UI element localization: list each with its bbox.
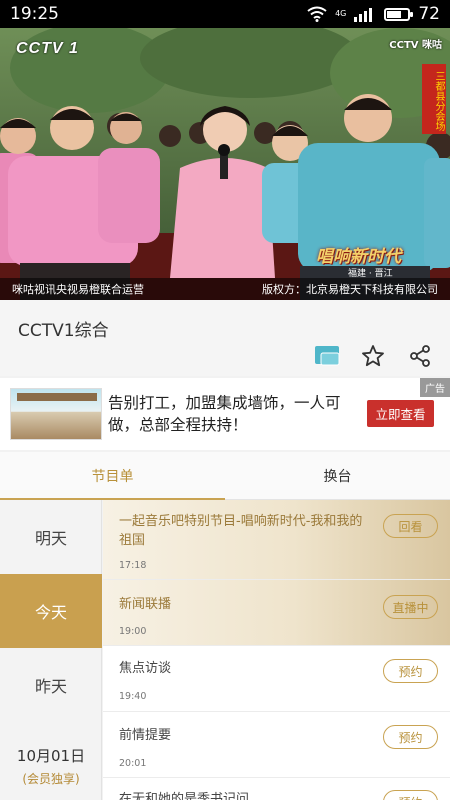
program-row[interactable]: 在无和她的是季书记问 预约 bbox=[103, 778, 450, 800]
wifi-icon bbox=[307, 6, 327, 22]
signal-icon bbox=[354, 8, 373, 22]
day-item-yesterday[interactable]: 昨天 bbox=[0, 648, 102, 722]
ad-image bbox=[10, 388, 102, 440]
video-player[interactable]: CCTV 1 CCTV 咪咕 三都县分会场 唱响新时代 福建 · 晋江 咪咕视讯… bbox=[0, 28, 450, 300]
channel-title: CCTV1综合 bbox=[18, 321, 109, 341]
ad-view-button[interactable]: 立即查看 bbox=[367, 400, 434, 427]
status-icons: 4G 72 bbox=[307, 4, 440, 24]
ad-tag: 广告 bbox=[420, 378, 450, 397]
battery-icon bbox=[384, 7, 414, 21]
program-row[interactable]: 一起音乐吧特别节目-唱响新时代-我和我的祖国 17:18 回看 bbox=[103, 500, 450, 580]
program-title: 新闻联播 bbox=[119, 597, 172, 612]
program-row[interactable]: 前情提要 20:01 预约 bbox=[103, 712, 450, 778]
broadcaster-logo: CCTV 咪咕 bbox=[389, 40, 442, 51]
program-time: 19:40 bbox=[119, 691, 147, 702]
program-row[interactable]: 新闻联播 19:00 直播中 bbox=[103, 580, 450, 646]
tab-schedule[interactable]: 节目单 bbox=[0, 452, 225, 500]
video-caption-bar: 咪咕视讯央视易橙联合运营 版权方：北京易橙天下科技有限公司 bbox=[0, 278, 450, 300]
program-time: 19:00 bbox=[119, 626, 147, 637]
operator-text: 咪咕视讯央视易橙联合运营 bbox=[12, 283, 144, 296]
channel-logo: CCTV 1 bbox=[16, 40, 79, 57]
program-row[interactable]: 焦点访谈 19:40 预约 bbox=[103, 646, 450, 712]
day-item-today[interactable]: 今天 bbox=[0, 574, 102, 648]
day-selector: 明天 今天 昨天 10月01日 (会员独享) bbox=[0, 500, 102, 800]
cast-icon[interactable] bbox=[314, 344, 340, 368]
program-list: 一起音乐吧特别节目-唱响新时代-我和我的祖国 17:18 回看 新闻联播 19:… bbox=[103, 500, 450, 800]
side-banner: 三都县分会场 bbox=[422, 64, 446, 134]
star-icon[interactable] bbox=[361, 344, 385, 368]
live-button[interactable]: 直播中 bbox=[383, 595, 438, 619]
tab-bar: 节目单 换台 bbox=[0, 452, 450, 500]
battery-level: 72 bbox=[418, 4, 440, 24]
share-icon[interactable] bbox=[408, 344, 432, 368]
reserve-button[interactable]: 预约 bbox=[383, 659, 438, 683]
copyright-text: 版权方：北京易橙天下科技有限公司 bbox=[262, 283, 438, 296]
status-bar: 19:25 4G 72 bbox=[0, 0, 450, 28]
program-title: 一起音乐吧特别节目-唱响新时代-我和我的祖国 bbox=[119, 514, 363, 548]
member-only-note: (会员独享) bbox=[22, 772, 80, 786]
program-title: 焦点访谈 bbox=[119, 661, 172, 676]
program-title: 前情提要 bbox=[119, 728, 172, 743]
reserve-button[interactable]: 预约 bbox=[383, 725, 438, 749]
ad-text: 告别打工，加盟集成墙饰，一人可做，总部全程扶持！ bbox=[108, 394, 341, 434]
tab-switch-channel[interactable]: 换台 bbox=[225, 452, 450, 499]
program-time: 20:01 bbox=[119, 758, 147, 769]
reserve-button[interactable]: 预约 bbox=[383, 790, 438, 800]
network-type: 4G bbox=[335, 9, 347, 18]
program-time: 17:18 bbox=[119, 560, 147, 571]
show-logo: 唱响新时代 bbox=[316, 247, 401, 267]
replay-button[interactable]: 回看 bbox=[383, 514, 438, 538]
day-item-tomorrow[interactable]: 明天 bbox=[0, 500, 102, 574]
program-title: 在无和她的是季书记问 bbox=[119, 792, 250, 800]
status-time: 19:25 bbox=[10, 4, 59, 24]
day-item-date[interactable]: 10月01日 bbox=[0, 745, 102, 766]
